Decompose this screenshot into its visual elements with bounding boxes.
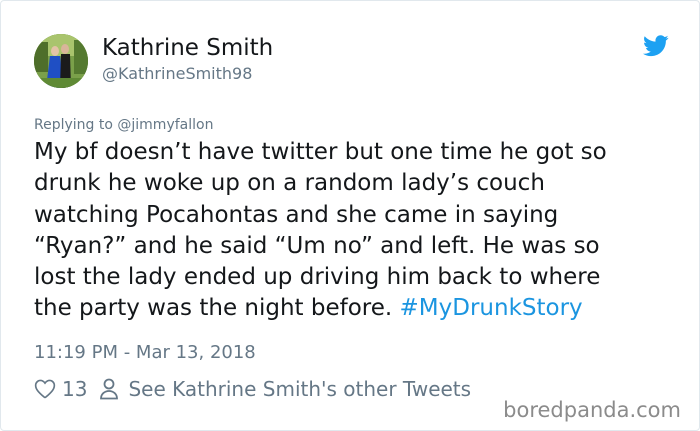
profile-photo xyxy=(34,34,88,88)
replying-to: Replying to @jimmyfallon xyxy=(34,117,213,133)
hashtag-link[interactable]: #MyDrunkStory xyxy=(400,295,583,321)
tweet-card: Kathrine Smith @KathrineSmith98 Replying… xyxy=(0,0,700,431)
twitter-bird-icon[interactable] xyxy=(643,35,669,57)
tweet-actions: 13 See Kathrine Smith's other Tweets xyxy=(34,375,471,403)
like-count[interactable]: 13 xyxy=(62,377,87,401)
display-name[interactable]: Kathrine Smith xyxy=(102,35,273,61)
avatar[interactable] xyxy=(34,34,88,88)
timestamp[interactable]: 11:19 PM - Mar 13, 2018 xyxy=(34,342,256,363)
tweet-text: My bf doesn’t have twitter but one time … xyxy=(34,137,674,325)
person-icon xyxy=(100,378,119,400)
watermark: boredpanda.com xyxy=(503,398,681,422)
tweet-line-last: the party was the night before. #MyDrunk… xyxy=(34,293,674,324)
tweet-line: My bf doesn’t have twitter but one time … xyxy=(34,139,607,165)
replying-prefix: Replying to xyxy=(34,117,118,133)
tweet-line: “Ryan?” and he said “Um no” and left. He… xyxy=(34,232,600,259)
tweet-line: drunk he woke up on a random lady’s couc… xyxy=(34,170,545,197)
tweet-line: lost the lady ended up driving him back … xyxy=(34,264,601,291)
other-tweets-link[interactable]: See Kathrine Smith's other Tweets xyxy=(128,377,471,401)
heart-icon[interactable] xyxy=(34,378,56,400)
tweet-line-text: the party was the night before. xyxy=(34,295,400,322)
tweet-line: watching Pocahontas and she came in sayi… xyxy=(34,201,559,228)
reply-mention-link[interactable]: @jimmyfallon xyxy=(117,117,213,133)
user-handle[interactable]: @KathrineSmith98 xyxy=(102,64,252,83)
